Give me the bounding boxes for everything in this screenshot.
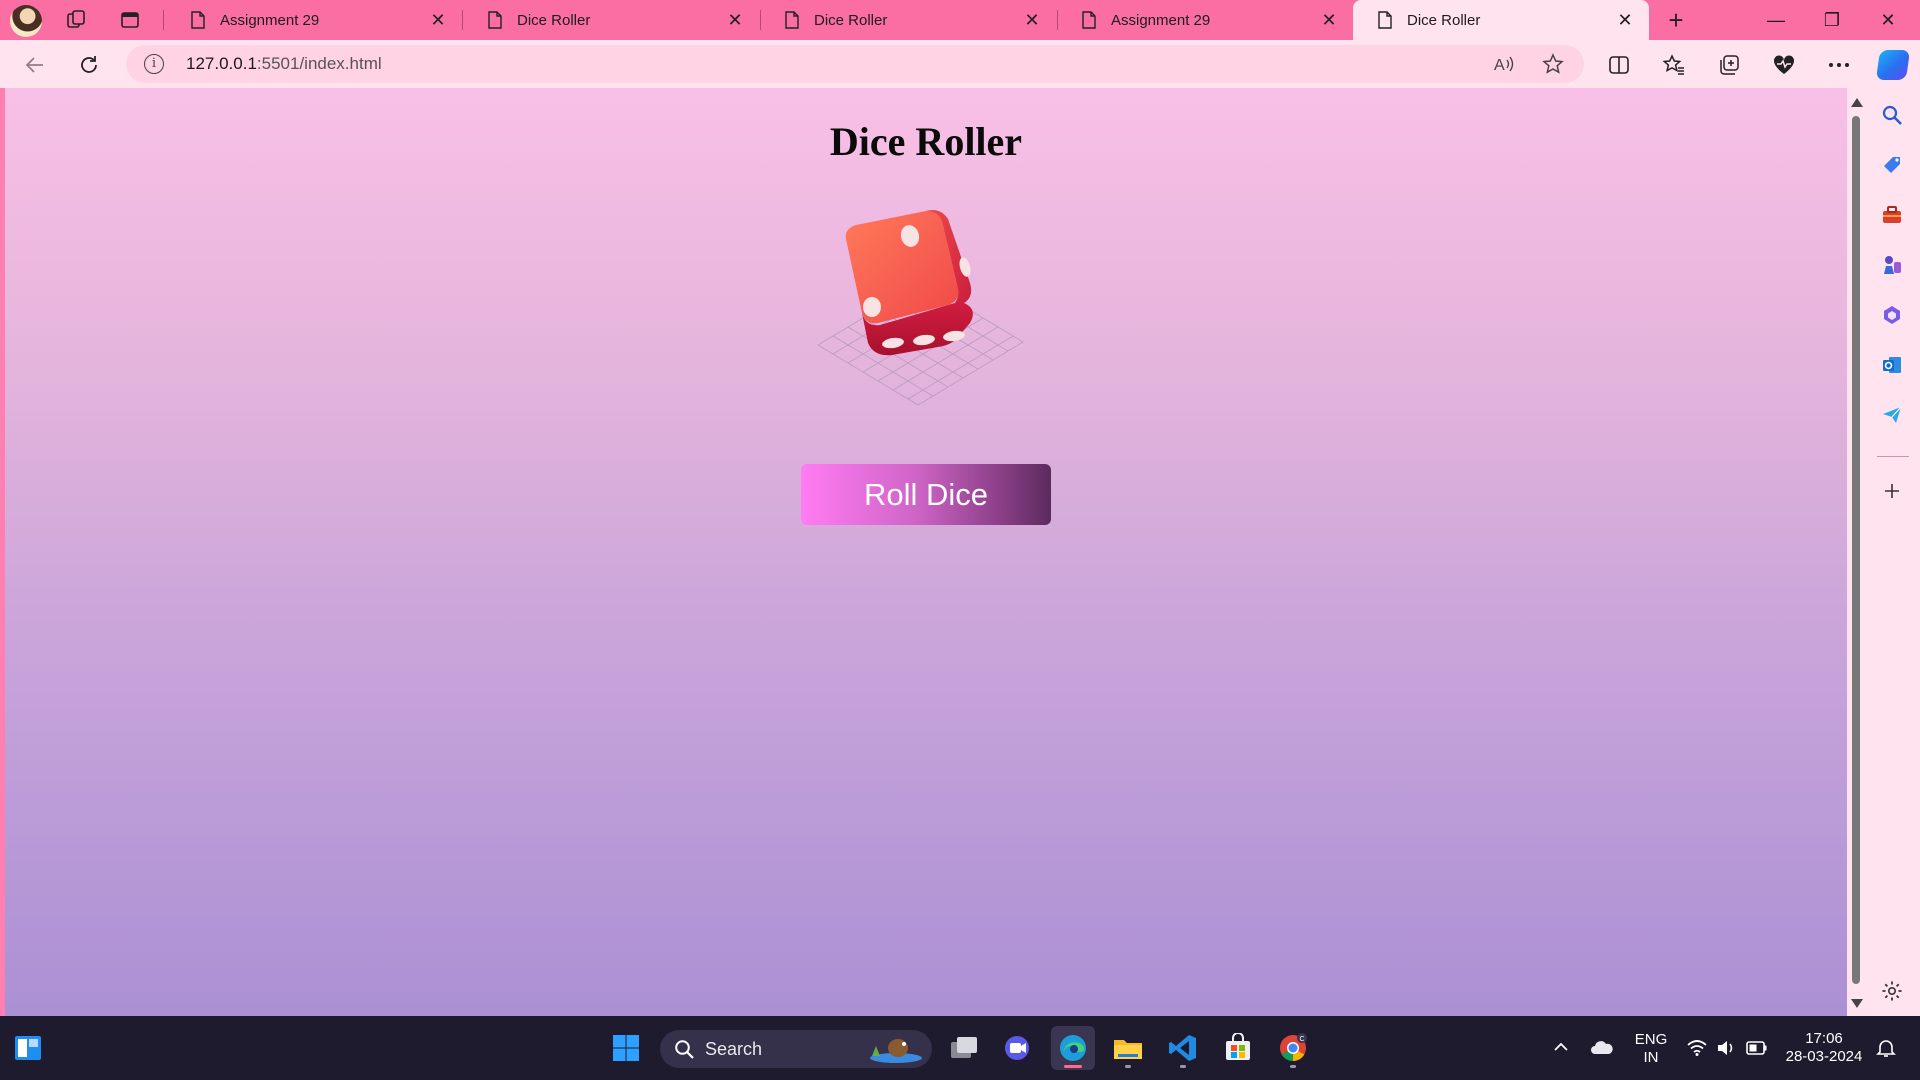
tab-strip: Assignment 29 ✕ Dice Roller ✕ Dice Rolle… <box>0 0 1920 40</box>
tab-dice-roller-active[interactable]: Dice Roller ✕ <box>1353 0 1649 40</box>
page-scrollbar[interactable] <box>1847 88 1865 1016</box>
scroll-up-icon[interactable] <box>1851 98 1863 107</box>
svg-text:C: C <box>1300 1036 1305 1043</box>
shopping-tag-icon[interactable] <box>1879 152 1905 178</box>
close-window-button[interactable]: ✕ <box>1860 0 1916 40</box>
tab-assignment-29[interactable]: Assignment 29 ✕ <box>166 0 462 40</box>
search-icon <box>675 1040 694 1059</box>
collections-icon[interactable] <box>1712 49 1746 81</box>
copilot-apps-icon[interactable] <box>1879 302 1905 328</box>
roll-dice-button[interactable]: Roll Dice <box>801 464 1051 525</box>
task-view-icon[interactable] <box>942 1026 986 1070</box>
tab-dice-roller[interactable]: Dice Roller ✕ <box>463 0 759 40</box>
split-screen-icon[interactable] <box>1602 49 1636 81</box>
close-icon[interactable]: ✕ <box>1317 10 1341 31</box>
back-arrow-icon <box>25 57 43 73</box>
read-aloud-icon[interactable]: A <box>1492 52 1516 76</box>
clock-time: 17:06 <box>1805 1030 1843 1047</box>
onedrive-icon[interactable] <box>1590 1038 1614 1056</box>
page-icon <box>1378 11 1392 29</box>
close-icon[interactable]: ✕ <box>1020 10 1044 31</box>
refresh-icon <box>81 56 97 73</box>
copilot-icon[interactable] <box>1875 50 1911 80</box>
chrome-icon[interactable]: C <box>1271 1026 1315 1070</box>
show-hidden-icons-icon[interactable] <box>1553 1040 1569 1052</box>
site-info-icon[interactable]: i <box>144 54 164 74</box>
battery-icon[interactable] <box>1746 1040 1768 1056</box>
store-icon[interactable] <box>1216 1026 1260 1070</box>
url-text[interactable]: 127.0.0.1:5501/index.html <box>186 54 382 74</box>
new-tab-button[interactable]: + <box>1660 6 1692 34</box>
tab-title: Dice Roller <box>1407 11 1481 29</box>
start-icon[interactable] <box>604 1026 648 1070</box>
scroll-down-icon[interactable] <box>1851 999 1863 1008</box>
svg-text:A: A <box>1494 57 1505 74</box>
minimize-button[interactable]: — <box>1748 0 1804 40</box>
restore-button[interactable]: ❐ <box>1804 0 1860 40</box>
page-icon <box>1082 11 1096 29</box>
workspaces-icon[interactable] <box>62 6 90 34</box>
search-highlight-icon <box>870 1039 922 1063</box>
volume-icon[interactable] <box>1716 1039 1736 1057</box>
dice-image <box>808 205 1038 415</box>
tab-dice-roller[interactable]: Dice Roller ✕ <box>760 0 1056 40</box>
file-explorer-icon[interactable] <box>1106 1026 1150 1070</box>
settings-icon[interactable] <box>1879 978 1905 1004</box>
profile-avatar[interactable] <box>10 5 42 37</box>
games-icon[interactable] <box>1879 252 1905 278</box>
browser-essentials-icon[interactable] <box>1767 49 1801 81</box>
widgets-icon[interactable] <box>6 1026 50 1070</box>
page-icon <box>785 11 799 29</box>
wifi-icon[interactable] <box>1686 1039 1708 1057</box>
sidebar-divider <box>1877 456 1909 457</box>
notification-bell-icon[interactable] <box>1876 1038 1896 1058</box>
tab-title: Dice Roller <box>517 11 591 29</box>
outlook-icon[interactable] <box>1879 352 1905 378</box>
search-label: Search <box>705 1039 763 1059</box>
language-indicator[interactable]: ENG IN <box>1630 1031 1672 1067</box>
taskbar-search[interactable]: Search <box>660 1030 932 1068</box>
more-options-icon[interactable] <box>1822 49 1856 81</box>
edge-icon[interactable] <box>1051 1026 1095 1070</box>
dice-icon <box>817 210 1024 406</box>
language-code: ENG <box>1634 1031 1668 1048</box>
tab-title: Assignment 29 <box>1111 11 1211 29</box>
url-host: 127.0.0.1 <box>186 54 257 73</box>
favorites-icon[interactable] <box>1657 49 1691 81</box>
clock-date: 28-03-2024 <box>1785 1048 1863 1065</box>
region-code: IN <box>1643 1049 1659 1066</box>
tab-title: Dice Roller <box>814 11 888 29</box>
windows-taskbar: Search C ENG IN 17:06 28-03-2024 <box>0 1016 1920 1080</box>
search-icon[interactable] <box>1879 102 1905 128</box>
scroll-thumb[interactable] <box>1852 116 1860 984</box>
page-title: Dice Roller <box>829 119 1023 164</box>
clock[interactable]: 17:06 28-03-2024 <box>1782 1030 1866 1066</box>
back-button[interactable] <box>18 49 52 81</box>
toolbox-icon[interactable] <box>1879 202 1905 228</box>
favorite-star-icon[interactable] <box>1541 52 1565 76</box>
page-viewport: Dice Roller Roll Dice <box>5 88 1847 1016</box>
edge-sidebar <box>1865 88 1920 1016</box>
vscode-icon[interactable] <box>1161 1026 1205 1070</box>
browser-toolbar: i 127.0.0.1:5501/index.html A <box>0 40 1920 88</box>
meet-icon[interactable] <box>996 1026 1040 1070</box>
url-path: :5501/index.html <box>256 54 382 73</box>
page-icon <box>488 11 502 29</box>
address-bar[interactable]: i 127.0.0.1:5501/index.html A <box>126 45 1584 83</box>
add-icon[interactable] <box>1879 478 1905 504</box>
page-icon <box>191 11 205 29</box>
close-icon[interactable]: ✕ <box>723 10 747 31</box>
close-icon[interactable]: ✕ <box>1613 10 1637 31</box>
send-icon[interactable] <box>1879 402 1905 428</box>
tab-assignment-29[interactable]: Assignment 29 ✕ <box>1057 0 1353 40</box>
refresh-button[interactable] <box>72 49 106 81</box>
close-icon[interactable]: ✕ <box>426 10 450 31</box>
tab-title: Assignment 29 <box>220 11 320 29</box>
vertical-tabs-icon[interactable] <box>116 6 144 34</box>
